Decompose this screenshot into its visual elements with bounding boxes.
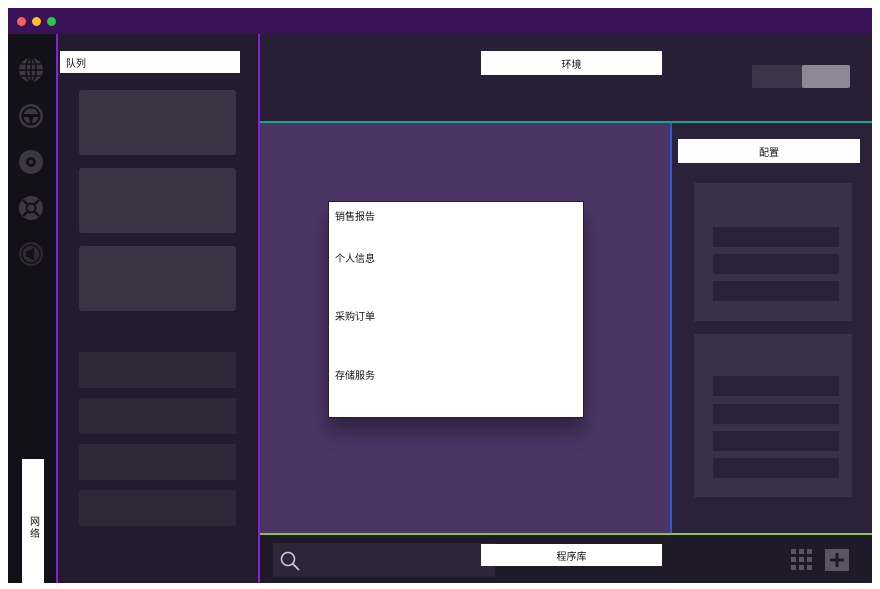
workspace-area: 销售报告 个人信息 采购订单 存储服务 xyxy=(260,123,672,533)
globe-icon[interactable] xyxy=(17,56,45,84)
config-field[interactable] xyxy=(713,431,839,451)
menu-item-personal-info[interactable]: 个人信息 xyxy=(335,250,375,265)
minimize-dot[interactable] xyxy=(32,17,41,26)
steering-wheel-icon[interactable] xyxy=(17,102,45,130)
close-dot[interactable] xyxy=(17,17,26,26)
app-window: 网络 队列 环境 销售报告 个人信息 采购订单 存储服务 配置 程序库 xyxy=(8,8,872,583)
search-icon xyxy=(280,551,300,571)
environment-title: 环境 xyxy=(481,51,662,75)
queue-card[interactable] xyxy=(79,168,236,233)
speaker-icon[interactable] xyxy=(17,240,45,268)
plus-icon[interactable] xyxy=(825,549,849,571)
queue-card[interactable] xyxy=(79,90,236,155)
menu-item-sales-report[interactable]: 销售报告 xyxy=(335,208,375,223)
config-field[interactable] xyxy=(713,254,839,274)
grid-icon[interactable] xyxy=(791,549,813,571)
queue-card[interactable] xyxy=(79,246,236,311)
queue-row[interactable] xyxy=(79,490,236,526)
queue-panel: 队列 xyxy=(58,34,260,583)
queue-row[interactable] xyxy=(79,398,236,434)
title-bar xyxy=(8,8,872,34)
bottom-toolbar: 程序库 xyxy=(260,533,872,583)
search-input[interactable] xyxy=(273,543,495,577)
config-field[interactable] xyxy=(713,281,839,301)
program-library-title: 程序库 xyxy=(481,544,662,566)
context-menu: 销售报告 个人信息 采购订单 存储服务 xyxy=(328,201,584,418)
queue-row[interactable] xyxy=(79,444,236,480)
config-field[interactable] xyxy=(713,458,839,478)
queue-row[interactable] xyxy=(79,352,236,388)
lifebuoy-icon[interactable] xyxy=(17,194,45,222)
environment-toggle[interactable] xyxy=(752,65,850,88)
menu-item-storage-service[interactable]: 存储服务 xyxy=(335,367,375,382)
config-field[interactable] xyxy=(713,376,839,396)
config-group xyxy=(694,334,852,497)
icon-sidebar: 网络 xyxy=(8,34,58,583)
config-field[interactable] xyxy=(713,404,839,424)
network-label[interactable]: 网络 xyxy=(22,459,44,583)
config-group xyxy=(694,183,852,321)
queue-title: 队列 xyxy=(60,51,240,73)
menu-item-purchase-orders[interactable]: 采购订单 xyxy=(335,308,375,323)
network-label-text: 网络 xyxy=(27,516,39,540)
config-panel: 配置 xyxy=(672,123,872,533)
toggle-knob xyxy=(802,65,850,88)
environment-header: 环境 xyxy=(260,34,872,123)
maximize-dot[interactable] xyxy=(47,17,56,26)
config-title: 配置 xyxy=(678,139,860,163)
config-field[interactable] xyxy=(713,227,839,247)
disc-icon[interactable] xyxy=(17,148,45,176)
